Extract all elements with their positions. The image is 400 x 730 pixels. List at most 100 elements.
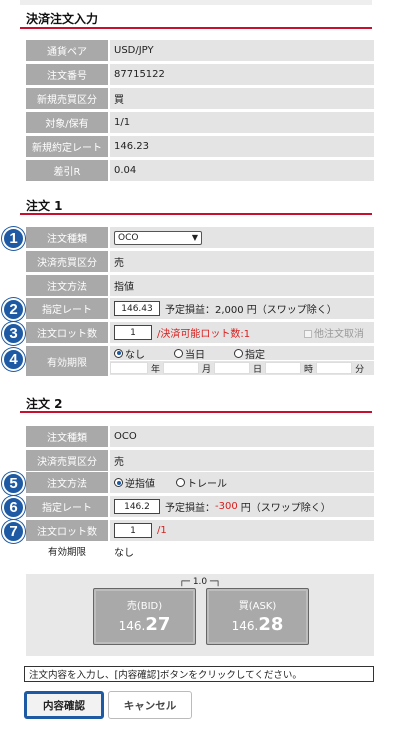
year-input[interactable] — [110, 362, 148, 374]
other-cancel-label: 他注文取消 — [314, 329, 364, 340]
method-stop-option[interactable]: 逆指値 — [114, 475, 176, 490]
summary-label: 新規約定レート — [26, 136, 108, 157]
validity-datetime: 年 月 日 時 分 — [110, 361, 374, 375]
summary-value: 146.23 — [110, 136, 374, 157]
rate-input[interactable]: 146.2 — [114, 499, 160, 514]
order-type-select[interactable]: OCO ▼ — [114, 230, 202, 245]
radio-icon[interactable] — [176, 478, 185, 487]
lots-input[interactable]: 1 — [114, 325, 152, 340]
cancel-button[interactable]: キャンセル — [108, 691, 192, 719]
other-cancel-option[interactable]: 他注文取消 — [304, 325, 364, 340]
rate-cell: 146.43 予定損益：2,000 円（スワップ除く） — [110, 298, 374, 319]
lots-input[interactable]: 1 — [114, 523, 152, 538]
marker-7: 7 — [2, 520, 25, 543]
order1-rule — [20, 213, 372, 215]
day-input[interactable] — [214, 362, 251, 374]
bid-label: 売(BID) — [126, 601, 163, 612]
summary-row-order-number: 注文番号 87715122 — [26, 64, 374, 85]
order1-method-row: 注文方法 指値 — [26, 275, 374, 296]
summary-value: 0.04 — [110, 160, 374, 181]
order-type-selected: OCO — [118, 232, 139, 243]
marker-3: 3 — [2, 322, 25, 345]
settle-side-value: 売 — [110, 450, 374, 471]
settle-side-label: 決済売買区分 — [26, 251, 108, 272]
spread-indicator: ┌─ 1.0 ─┐ — [179, 577, 221, 587]
settle-side-value: 売 — [110, 251, 374, 272]
expected-pl-text: 予定損益：2,000 円（スワップ除く） — [165, 305, 337, 316]
month-unit: 月 — [202, 364, 212, 375]
ask-price-small: 146. — [231, 619, 259, 633]
order1-rate-row: 指定レート 146.43 予定損益：2,000 円（スワップ除く） — [26, 298, 374, 319]
summary-label: 新規売買区分 — [26, 88, 108, 109]
rate-label: 指定レート — [26, 496, 108, 517]
order2-rate-row: 指定レート 146.2 予定損益： -300 円（スワップ除く） — [26, 496, 374, 517]
order1-title: 注文 1 — [26, 199, 63, 213]
lots-cell: 1 /1 — [110, 520, 374, 541]
validity-specify-option[interactable]: 指定 — [234, 346, 265, 361]
order2-lots-row: 注文ロット数 1 /1 — [26, 520, 374, 541]
price-panel: ┌─ 1.0 ─┐ 売(BID) 146.27 買(ASK) 146.28 — [26, 574, 374, 656]
lots-note: /決済可能ロット数:1 — [157, 329, 251, 340]
month-input[interactable] — [163, 362, 200, 374]
expected-loss-value: -300 — [215, 501, 238, 512]
summary-value: 1/1 — [110, 112, 374, 133]
other-cancel-checkbox[interactable] — [304, 330, 312, 338]
bid-price: 146.27 — [94, 614, 195, 635]
confirm-button[interactable]: 内容確認 — [24, 691, 104, 719]
settlement-order-page: 決済注文入力 通貨ペア USD/JPY 注文番号 87715122 新規売買区分… — [0, 0, 400, 730]
radio-icon[interactable] — [234, 348, 243, 358]
order2-rule — [20, 411, 372, 413]
chevron-down-icon: ▼ — [191, 233, 198, 242]
order-type-label: 注文種類 — [26, 227, 108, 248]
rate-input[interactable]: 146.43 — [114, 301, 160, 316]
validity-options: なし 当日 指定 — [110, 346, 374, 361]
marker-1: 1 — [2, 227, 25, 250]
instruction-message: 注文内容を入力し、[内容確認]ボタンをクリックしてください。 — [24, 666, 374, 682]
minute-unit: 分 — [355, 364, 365, 375]
lots-note: /1 — [157, 525, 167, 536]
marker-5: 5 — [2, 472, 25, 495]
validity-value: なし — [110, 544, 374, 559]
summary-row-diff-r: 差引R 0.04 — [26, 160, 374, 181]
page-title: 決済注文入力 — [26, 12, 99, 26]
order1-type-row: 注文種類 OCO ▼ — [26, 227, 374, 248]
ask-price: 146.28 — [207, 614, 308, 635]
summary-label: 対象/保有 — [26, 112, 108, 133]
bid-button[interactable]: 売(BID) 146.27 — [93, 588, 196, 645]
order2-type-row: 注文種類 OCO — [26, 426, 374, 447]
bid-price-small: 146. — [118, 619, 146, 633]
method-options: 逆指値 トレール — [110, 472, 374, 493]
method-trail-option[interactable]: トレール — [176, 475, 227, 490]
bid-price-big: 27 — [145, 614, 171, 635]
validity-label: 有効期限 — [26, 544, 108, 558]
validity-label: 有効期限 — [26, 346, 108, 376]
order2-method-row: 注文方法 逆指値 トレール — [26, 472, 374, 493]
order1-lots-row: 注文ロット数 1 /決済可能ロット数:1 他注文取消 — [26, 322, 374, 343]
validity-none-option[interactable]: なし — [114, 346, 174, 361]
day-unit: 日 — [253, 364, 263, 375]
order1-validity-row: 有効期限 なし 当日 指定 年 月 日 時 分 — [26, 346, 374, 376]
hour-unit: 時 — [304, 364, 314, 375]
radio-icon[interactable] — [174, 348, 183, 358]
validity-today-option[interactable]: 当日 — [174, 346, 234, 361]
order-type-label: 注文種類 — [26, 426, 108, 447]
summary-value: 87715122 — [110, 64, 374, 85]
year-unit: 年 — [151, 364, 161, 375]
radio-checked-icon[interactable] — [114, 478, 123, 487]
marker-6: 6 — [2, 496, 25, 519]
marker-4: 4 — [2, 348, 25, 371]
settle-side-label: 決済売買区分 — [26, 450, 108, 471]
hour-input[interactable] — [265, 362, 302, 374]
expected-pl-suffix: 円（スワップ除く） — [240, 503, 331, 514]
minute-input[interactable] — [316, 362, 353, 374]
order-type-cell: OCO ▼ — [110, 227, 374, 248]
summary-row-entry-rate: 新規約定レート 146.23 — [26, 136, 374, 157]
summary-label: 注文番号 — [26, 64, 108, 85]
ask-button[interactable]: 買(ASK) 146.28 — [206, 588, 309, 645]
summary-row-new-side: 新規売買区分 買 — [26, 88, 374, 109]
radio-checked-icon[interactable] — [114, 348, 123, 358]
ask-price-big: 28 — [258, 614, 284, 635]
marker-2: 2 — [2, 298, 25, 321]
summary-row-pair: 通貨ペア USD/JPY — [26, 40, 374, 61]
summary-label: 通貨ペア — [26, 40, 108, 61]
